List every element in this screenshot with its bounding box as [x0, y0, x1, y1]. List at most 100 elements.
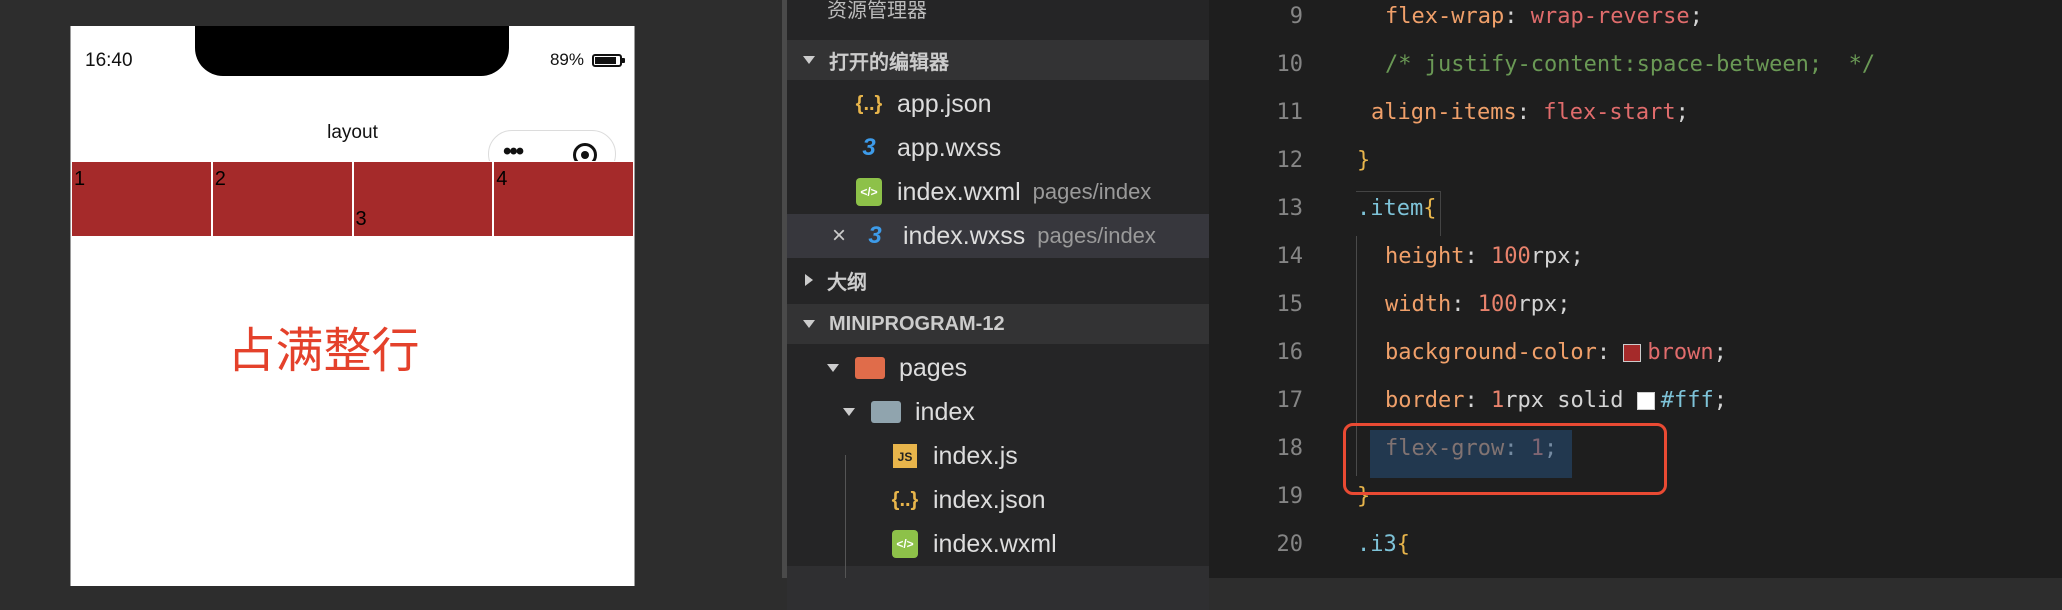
code-line[interactable]: 20 .i3{: [1209, 524, 2062, 572]
css-value: brown: [1647, 340, 1714, 365]
flex-item-2: 2: [211, 161, 353, 237]
code-line[interactable]: 14 height: 100rpx;: [1209, 236, 2062, 284]
line-number: 19: [1276, 484, 1304, 509]
folder-icon: [855, 357, 885, 379]
line-number: 16: [1276, 340, 1304, 365]
open-editors-label: 打开的编辑器: [829, 51, 949, 74]
js-icon: JS: [893, 444, 917, 468]
line-number: 13: [1276, 196, 1304, 221]
code-line[interactable]: 15 width: 100rpx;: [1209, 284, 2062, 332]
outline-label: 大纲: [827, 271, 867, 294]
battery-status: 89%: [549, 50, 625, 70]
file-name: index.wxss: [903, 221, 1026, 250]
item-label: 4: [496, 168, 508, 190]
flex-container: 1 2 3 4: [71, 161, 634, 237]
chevron-down-icon: [803, 56, 815, 64]
highlight-annotation-box: [1343, 423, 1667, 495]
css-property: width: [1385, 292, 1452, 317]
css-value: #fff: [1660, 388, 1714, 413]
open-editor-item[interactable]: {..} app.json: [787, 82, 1209, 126]
css-text: rpx solid: [1504, 388, 1624, 413]
file-path: pages/index: [1037, 223, 1156, 248]
css-property: align-items: [1371, 100, 1517, 125]
code-line[interactable]: 17 border: 1rpx solid #fff;: [1209, 380, 2062, 428]
open-editor-item-active[interactable]: × 3 index.wxss pages/index: [787, 214, 1209, 258]
close-icon[interactable]: ×: [827, 222, 851, 250]
file-name: index.wxml: [933, 529, 1057, 558]
file-name: app.json: [897, 89, 992, 118]
open-editor-item[interactable]: 3 app.wxss: [787, 126, 1209, 170]
css-number: 100: [1490, 244, 1531, 269]
css-value: wrap-reverse: [1530, 4, 1690, 29]
json-icon: {..}: [855, 92, 883, 115]
css-property: height: [1385, 244, 1465, 269]
file-name: index.json: [933, 485, 1046, 514]
tree-file[interactable]: JS index.js: [787, 434, 1209, 478]
item-label: 3: [355, 208, 367, 230]
color-swatch[interactable]: [1623, 344, 1642, 362]
status-bar: 16:40 89%: [71, 26, 634, 92]
css-unit: rpx: [1530, 244, 1571, 269]
css-number: 1: [1490, 388, 1505, 413]
open-editors-header[interactable]: 打开的编辑器: [787, 40, 1209, 80]
chevron-down-icon: [843, 408, 855, 416]
code-line[interactable]: 12 }: [1209, 140, 2062, 188]
code-line[interactable]: 11 align-items: flex-start;: [1209, 92, 2062, 140]
chevron-down-icon: [827, 364, 839, 372]
explorer-panel: 资源管理器 打开的编辑器 {..} app.json 3 app.wxss </…: [787, 0, 1209, 610]
code-line[interactable]: 13 .item{: [1209, 188, 2062, 236]
file-name: app.wxss: [897, 133, 1002, 162]
project-header[interactable]: MINIPROGRAM-12: [787, 304, 1209, 344]
code-text: }: [1357, 148, 1371, 173]
css-value: flex-start: [1543, 100, 1676, 125]
phone-screen: 16:40 89% layout ••• 1 2 3 4 占满整行: [70, 26, 635, 586]
line-number: 15: [1276, 292, 1304, 317]
css-number: 100: [1477, 292, 1518, 317]
flex-item-4: 4: [493, 161, 634, 237]
folder-icon: [871, 401, 901, 423]
flex-item-3: 3: [352, 161, 494, 237]
code-line[interactable]: 9 flex-wrap: wrap-reverse;: [1209, 0, 2062, 44]
line-number: 10: [1276, 52, 1304, 77]
folder-pages[interactable]: pages: [787, 346, 1209, 390]
open-editor-item[interactable]: </> index.wxml pages/index: [787, 170, 1209, 214]
flex-item-1: 1: [71, 161, 212, 237]
tree-file[interactable]: </> index.wxml: [787, 522, 1209, 566]
tree-file-partial[interactable]: [787, 566, 1209, 610]
wxml-icon: </>: [856, 178, 882, 206]
folder-index[interactable]: index: [787, 390, 1209, 434]
caption-text: 占满整行: [227, 325, 420, 378]
file-name: index.js: [933, 441, 1018, 470]
battery-percent: 89%: [549, 50, 584, 69]
folder-name: pages: [899, 353, 968, 382]
item-label: 2: [214, 168, 226, 190]
color-swatch[interactable]: [1636, 392, 1655, 410]
css-unit: rpx: [1517, 292, 1558, 317]
file-name: index.wxml: [897, 177, 1021, 206]
css-property: border: [1385, 388, 1465, 413]
line-number: 17: [1276, 388, 1304, 413]
css-selector: .i3: [1357, 532, 1397, 557]
line-number: 12: [1276, 148, 1304, 173]
code-comment: /* justify-content:space-between; */: [1385, 52, 1876, 77]
simulator-panel: 16:40 89% layout ••• 1 2 3 4 占满整行: [0, 0, 782, 586]
bracket-match-outline: [1356, 191, 1441, 236]
line-number: 11: [1276, 100, 1304, 125]
chevron-down-icon: [803, 320, 815, 328]
code-line[interactable]: 16 background-color: brown;: [1209, 332, 2062, 380]
battery-icon: [592, 53, 625, 67]
wxml-icon: </>: [892, 530, 918, 558]
tree-file[interactable]: {..} index.json: [787, 478, 1209, 522]
item-label: 1: [74, 168, 86, 190]
code-line[interactable]: 10 /* justify-content:space-between; */: [1209, 44, 2062, 92]
phone-notch: [195, 26, 509, 76]
json-icon: {..}: [891, 488, 919, 511]
file-path: pages/index: [1032, 179, 1152, 204]
chevron-right-icon: [805, 274, 813, 286]
line-number: 9: [1289, 4, 1303, 29]
line-number: 14: [1276, 244, 1304, 269]
css-icon: 3: [868, 222, 882, 249]
folder-name: index: [915, 397, 975, 426]
line-number: 20: [1276, 532, 1304, 557]
outline-header[interactable]: 大纲: [787, 260, 1209, 300]
